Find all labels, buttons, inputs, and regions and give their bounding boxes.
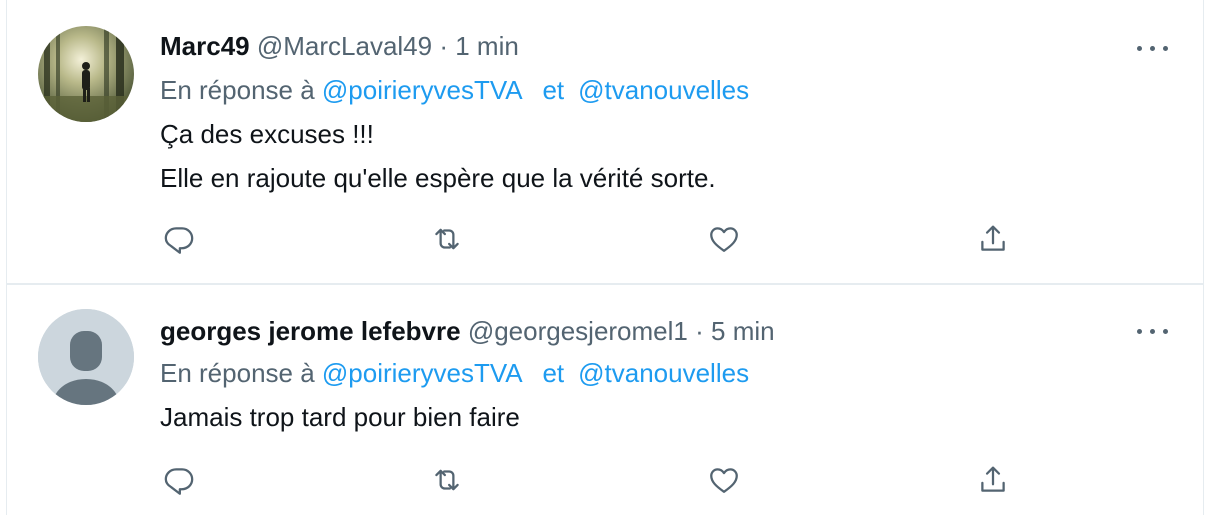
mention-link[interactable]: @tvanouvelles: [578, 75, 749, 105]
reply-prefix: En réponse à: [160, 358, 315, 388]
heart-icon: [710, 468, 738, 493]
more-horizontal-icon: [1137, 329, 1142, 334]
forest-photo-icon: [38, 26, 134, 122]
share-icon: [981, 225, 1005, 251]
tweet-feed: Marc49 @MarcLaval49 · 1 min En réponse à…: [0, 0, 1206, 515]
reply-and: et: [542, 75, 565, 105]
separator-dot: ·: [439, 31, 449, 61]
reply-button[interactable]: [162, 222, 198, 258]
tweet-header: georges jerome lefebvre @georgesjeromel1…: [160, 315, 775, 347]
default-profile-icon: [38, 309, 134, 405]
retweet-icon: [435, 469, 459, 491]
more-options-button[interactable]: [1136, 321, 1170, 341]
heart-icon: [710, 227, 738, 252]
reply-prefix: En réponse à: [160, 75, 315, 105]
reply-context: En réponse à @poirieryvesTVA et @tvanouve…: [160, 74, 749, 106]
display-name[interactable]: georges jerome lefebvre: [160, 316, 461, 346]
tweet-actions: [162, 463, 1012, 499]
timestamp[interactable]: 1 min: [455, 31, 519, 61]
share-icon: [981, 466, 1005, 492]
reply-and: et: [542, 358, 565, 388]
mention-link[interactable]: @tvanouvelles: [578, 358, 749, 388]
reply-icon: [164, 468, 194, 495]
more-options-button[interactable]: [1136, 38, 1170, 58]
retweet-button[interactable]: [430, 222, 466, 258]
avatar[interactable]: [38, 309, 134, 405]
more-horizontal-icon: [1137, 46, 1142, 51]
tweet-text-line: Ça des excuses !!!: [160, 119, 374, 149]
share-button[interactable]: [976, 222, 1012, 258]
user-handle[interactable]: @MarcLaval49: [257, 31, 432, 61]
reply-button[interactable]: [162, 463, 198, 499]
tweet-text: Ça des excuses !!! Elle en rajoute qu'el…: [160, 112, 716, 200]
separator-dot: ·: [695, 316, 704, 346]
like-button[interactable]: [707, 222, 743, 258]
user-handle[interactable]: @georgesjeromel1: [468, 316, 688, 346]
reply-context: En réponse à @poirieryvesTVA et @tvanouve…: [160, 357, 749, 389]
timestamp[interactable]: 5 min: [711, 316, 775, 346]
tweet-text-line: Elle en rajoute qu'elle espère que la vé…: [160, 163, 716, 193]
avatar[interactable]: [38, 26, 134, 122]
retweet-button[interactable]: [430, 463, 466, 499]
like-button[interactable]: [707, 463, 743, 499]
tweet[interactable]: georges jerome lefebvre @georgesjeromel1…: [6, 284, 1204, 515]
tweet-header: Marc49 @MarcLaval49 · 1 min: [160, 30, 519, 62]
retweet-icon: [435, 228, 459, 250]
tweet-text-line: Jamais trop tard pour bien faire: [160, 402, 520, 432]
tweet-text: Jamais trop tard pour bien faire: [160, 395, 520, 439]
reply-icon: [164, 227, 194, 254]
tweet-actions: [162, 222, 1012, 258]
display-name[interactable]: Marc49: [160, 31, 250, 61]
share-button[interactable]: [976, 463, 1012, 499]
mention-link[interactable]: @poirieryvesTVA: [322, 75, 521, 105]
mention-link[interactable]: @poirieryvesTVA: [322, 358, 521, 388]
tweet[interactable]: Marc49 @MarcLaval49 · 1 min En réponse à…: [6, 0, 1204, 284]
